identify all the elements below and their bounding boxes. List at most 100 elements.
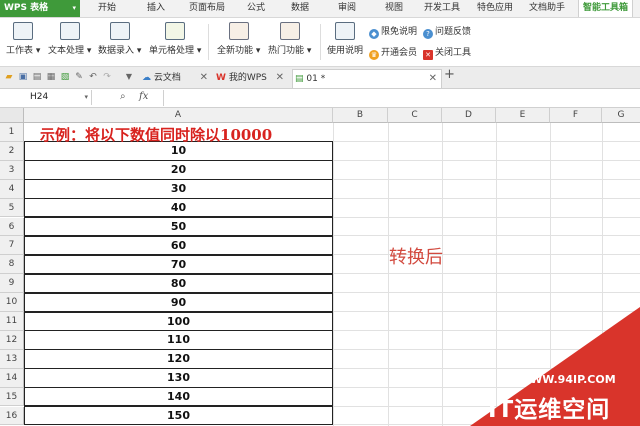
tab-doc-assistant[interactable]: 文档助手 bbox=[529, 0, 565, 17]
print-preview-icon[interactable]: ▧ bbox=[60, 72, 70, 82]
column-header-g[interactable]: G bbox=[602, 108, 640, 123]
doc-tab-active[interactable]: ▤ 01 * ✕ bbox=[292, 69, 442, 88]
tab-home[interactable]: 开始 bbox=[98, 0, 116, 17]
new-feature-button[interactable]: 全新功能 ▾ bbox=[217, 22, 260, 56]
close-icon[interactable]: ✕ bbox=[200, 69, 208, 87]
tab-review[interactable]: 审阅 bbox=[338, 0, 356, 17]
doc-tab-my-wps-label: 我的WPS bbox=[228, 73, 267, 83]
tab-smart-toolbox[interactable]: 智能工具箱 bbox=[578, 0, 634, 17]
format-painter-icon[interactable]: ✎ bbox=[74, 72, 84, 82]
row-header[interactable]: 14 bbox=[0, 368, 24, 388]
column-header-e[interactable]: E bbox=[496, 108, 550, 123]
row-header[interactable]: 6 bbox=[0, 217, 24, 237]
close-icon[interactable]: ✕ bbox=[429, 70, 437, 88]
cell-a1-title[interactable]: 示例：将以下数值同时除以10000 bbox=[40, 124, 272, 145]
text-process-button[interactable]: 文本处理 ▾ bbox=[48, 22, 91, 56]
cell-a-value[interactable]: 120 bbox=[24, 349, 333, 369]
row-header[interactable]: 3 bbox=[0, 160, 24, 180]
cell-process-button[interactable]: 单元格处理 ▾ bbox=[149, 22, 201, 56]
undo-icon[interactable]: ↶ bbox=[88, 72, 98, 82]
row-header[interactable]: 7 bbox=[0, 236, 24, 256]
row-header[interactable]: 8 bbox=[0, 255, 24, 275]
row-header[interactable]: 1 bbox=[0, 123, 24, 142]
tab-formula[interactable]: 公式 bbox=[247, 0, 265, 17]
redo-icon[interactable]: ↷ bbox=[102, 72, 112, 82]
sheet-file-icon: ▤ bbox=[295, 74, 304, 84]
close-icon[interactable]: ✕ bbox=[276, 69, 284, 87]
app-logo-button[interactable]: WPS 表格 ▾ bbox=[0, 0, 80, 17]
ribbon-divider bbox=[208, 24, 209, 60]
row-header[interactable]: 16 bbox=[0, 406, 24, 426]
cell-a-value[interactable]: 110 bbox=[24, 330, 333, 350]
cell-a-value[interactable]: 20 bbox=[24, 160, 333, 180]
column-header-d[interactable]: D bbox=[442, 108, 496, 123]
cell-a-value[interactable]: 90 bbox=[24, 292, 333, 312]
row-header[interactable]: 11 bbox=[0, 312, 24, 331]
doc-tab-cloud[interactable]: ☁ 云文档 ✕ bbox=[142, 69, 212, 87]
manual-label: 使用说明 bbox=[327, 46, 364, 56]
vip-button[interactable]: ♛ 开通会员 bbox=[369, 45, 417, 60]
cloud-icon: ☁ bbox=[142, 73, 151, 83]
close-tool-button[interactable]: ✕ 关闭工具 bbox=[423, 45, 471, 60]
row-header[interactable]: 15 bbox=[0, 387, 24, 407]
row-header[interactable]: 13 bbox=[0, 349, 24, 369]
cell-after-label[interactable]: 转换后 bbox=[389, 243, 443, 269]
column-header-a[interactable]: A bbox=[24, 108, 333, 123]
chevron-down-icon: ▾ bbox=[72, 4, 76, 12]
column-header-f[interactable]: F bbox=[550, 108, 602, 123]
new-feature-icon bbox=[228, 22, 249, 40]
free-desc-button[interactable]: ◆ 限免说明 bbox=[369, 24, 417, 39]
cell-a-value[interactable]: 50 bbox=[24, 217, 333, 237]
row-header[interactable]: 4 bbox=[0, 179, 24, 199]
crown-icon: ♛ bbox=[369, 50, 379, 60]
tab-data[interactable]: 数据 bbox=[291, 0, 309, 17]
feedback-button[interactable]: ? 问题反馈 bbox=[423, 24, 471, 39]
formula-input[interactable] bbox=[165, 90, 640, 106]
column-header-c[interactable]: C bbox=[388, 108, 442, 123]
doc-tab-my-wps[interactable]: W 我的WPS ✕ bbox=[216, 69, 288, 87]
data-entry-button[interactable]: 数据录入 ▾ bbox=[98, 22, 141, 56]
cell-a-value[interactable]: 60 bbox=[24, 235, 333, 256]
cell-a-value[interactable]: 80 bbox=[24, 273, 333, 294]
chevron-down-icon[interactable]: ▼ bbox=[124, 72, 134, 82]
cell-a-value[interactable]: 130 bbox=[24, 368, 333, 388]
tab-developer[interactable]: 开发工具 bbox=[424, 0, 460, 17]
question-icon: ? bbox=[423, 29, 433, 39]
hot-feature-icon bbox=[279, 22, 300, 40]
export-icon[interactable]: ▤ bbox=[32, 72, 42, 82]
ribbon-divider bbox=[320, 24, 321, 60]
name-box[interactable]: H24 ▾ bbox=[0, 90, 92, 105]
row-header[interactable]: 5 bbox=[0, 198, 24, 218]
magnifier-icon[interactable]: ⌕ bbox=[120, 91, 126, 102]
row-header[interactable]: 10 bbox=[0, 293, 24, 312]
free-desc-label: 限免说明 bbox=[381, 27, 418, 37]
print-icon[interactable]: ▦ bbox=[46, 72, 56, 82]
formula-bar: H24 ▾ ⌕ fx bbox=[0, 89, 640, 108]
tab-view[interactable]: 视图 bbox=[385, 0, 403, 17]
open-folder-icon[interactable]: ▰ bbox=[4, 72, 14, 82]
select-all-corner[interactable] bbox=[0, 108, 24, 123]
cell-a-value[interactable]: 30 bbox=[24, 179, 333, 199]
row-header[interactable]: 2 bbox=[0, 141, 24, 161]
fx-icon[interactable]: fx bbox=[139, 91, 148, 102]
manual-button[interactable]: 使用说明 bbox=[327, 22, 363, 56]
doc-tab-cloud-label: 云文档 bbox=[153, 73, 181, 83]
tab-page-layout[interactable]: 页面布局 bbox=[189, 0, 225, 17]
ribbon: 工作表 ▾ 文本处理 ▾ 数据录入 ▾ 单元格处理 ▾ 全新功能 ▾ 热门功能 … bbox=[0, 18, 640, 67]
text-process-label: 文本处理 ▾ bbox=[48, 46, 92, 56]
worksheet-button[interactable]: 工作表 ▾ bbox=[6, 22, 40, 56]
plus-icon[interactable]: + bbox=[444, 68, 455, 81]
cell-a-value[interactable]: 100 bbox=[24, 311, 333, 331]
menu-bar: WPS 表格 ▾ 开始 插入 页面布局 公式 数据 审阅 视图 开发工具 特色应… bbox=[0, 0, 640, 18]
column-header-b[interactable]: B bbox=[333, 108, 388, 123]
row-header[interactable]: 9 bbox=[0, 274, 24, 294]
tab-special[interactable]: 特色应用 bbox=[477, 0, 513, 17]
cell-a-value[interactable]: 140 bbox=[24, 387, 333, 407]
save-icon[interactable]: ▣ bbox=[18, 72, 28, 82]
cell-a-value[interactable]: 150 bbox=[24, 406, 333, 426]
row-header[interactable]: 12 bbox=[0, 330, 24, 350]
cell-a-value[interactable]: 40 bbox=[24, 198, 333, 218]
tab-insert[interactable]: 插入 bbox=[147, 0, 165, 17]
hot-feature-button[interactable]: 热门功能 ▾ bbox=[268, 22, 311, 56]
cell-a-value[interactable]: 70 bbox=[24, 254, 333, 275]
